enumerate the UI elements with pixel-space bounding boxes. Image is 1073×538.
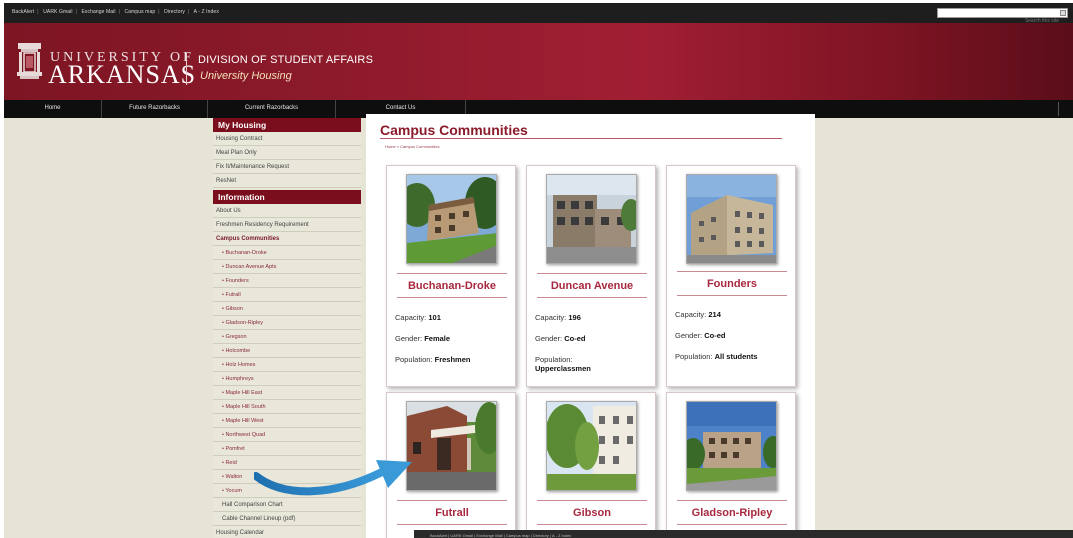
card-rule — [397, 524, 507, 525]
nav-end-divider — [1058, 102, 1059, 116]
sidebar-item-maple-hill-south[interactable]: • Maple Hill South — [213, 400, 361, 414]
sidebar-item-holcombe[interactable]: • Holcombe — [213, 344, 361, 358]
sidebar-heading-information: Information — [213, 190, 361, 204]
utility-link-directory[interactable]: Directory — [164, 9, 185, 15]
sidebar-item-meal-plan[interactable]: Meal Plan Only — [213, 146, 361, 160]
photo-futrall — [406, 401, 497, 491]
sidebar-item-maple-hill-west[interactable]: • Maple Hill West — [213, 414, 361, 428]
division-name: DIVISION OF STUDENT AFFAIRS — [198, 54, 374, 66]
card-capacity: Capacity: 196 — [535, 313, 581, 322]
banner-divider — [186, 53, 187, 85]
utility-link-az-index[interactable]: A - Z Index — [194, 9, 219, 15]
browser-page: BackAlert | UARK Gmail | Exchange Mail | Ca… — [4, 3, 1073, 538]
title-divider — [380, 138, 782, 139]
card-rule — [397, 297, 507, 298]
utility-link-gmail[interactable]: UARK Gmail — [43, 9, 72, 15]
sidebar-item-futrall[interactable]: • Futrall — [213, 288, 361, 302]
annotation-arrow-icon — [254, 460, 412, 496]
sidebar-item-resnet[interactable]: ResNet — [213, 174, 361, 188]
sidebar-item-buchanan-droke[interactable]: • Buchanan-Droke — [213, 246, 361, 260]
card-capacity: Capacity: 214 — [675, 310, 721, 319]
card-title[interactable]: Futrall — [387, 507, 517, 519]
card-gender: Gender: Co-ed — [535, 334, 586, 343]
card-rule — [537, 524, 647, 525]
card-population: Population: All students — [675, 352, 758, 361]
sidebar-item-hall-comparison[interactable]: Hall Comparison Chart — [213, 498, 361, 512]
community-card-duncan-avenue[interactable]: Duncan Avenue Capacity: 196 Gender: Co-e… — [526, 165, 656, 387]
card-population: Population: Upperclassmen — [535, 355, 591, 373]
card-rule — [397, 273, 507, 274]
sidebar-item-campus-communities[interactable]: Campus Communities — [213, 232, 361, 246]
card-rule — [537, 273, 647, 274]
university-seal-icon — [17, 43, 42, 79]
sidebar-item-gibson[interactable]: • Gibson — [213, 302, 361, 316]
main-content: Campus Communities Home » Campus Communi… — [366, 114, 815, 538]
overlay-window-bar: BackAlert | UARK Gmail | Exchange Mail |… — [414, 530, 1073, 538]
community-card-buchanan-droke[interactable]: Buchanan-Droke Capacity: 101 Gender: Fem… — [386, 165, 516, 387]
utility-links: BackAlert | UARK Gmail | Exchange Mail | Ca… — [12, 9, 219, 15]
page-title: Campus Communities — [380, 122, 528, 138]
card-rule — [677, 271, 787, 272]
utility-link-backalert[interactable]: BackAlert — [12, 9, 34, 15]
sidebar-item-cable-lineup[interactable]: Cable Channel Lineup (pdf) — [213, 512, 361, 526]
utility-bar: BackAlert | UARK Gmail | Exchange Mail | Ca… — [4, 3, 1073, 25]
card-rule — [537, 500, 647, 501]
card-rule — [677, 524, 787, 525]
nav-home[interactable]: Home — [4, 100, 102, 118]
photo-gladson-ripley — [686, 401, 777, 491]
search-button[interactable] — [1060, 10, 1066, 16]
card-gender: Gender: Co-ed — [675, 331, 726, 340]
sidebar-item-gladson-ripley[interactable]: • Gladson-Ripley — [213, 316, 361, 330]
card-gender: Gender: Female — [395, 334, 451, 343]
sidebar-item-housing-calendar[interactable]: Housing Calendar — [213, 526, 361, 538]
nav-future-razorbacks[interactable]: Future Razorbacks — [102, 100, 208, 118]
card-title[interactable]: Gladson-Ripley — [667, 507, 797, 519]
utility-link-campus-map[interactable]: Campus map — [124, 9, 155, 15]
card-rule — [537, 297, 647, 298]
nav-current-razorbacks[interactable]: Current Razorbacks — [208, 100, 336, 118]
site-banner: UNIVERSITY OF ARKANSAS DIVISION OF STUDE… — [4, 23, 1073, 100]
card-rule — [677, 295, 787, 296]
university-name-line2: ARKANSAS — [48, 60, 197, 89]
card-title[interactable]: Buchanan-Droke — [387, 280, 517, 292]
card-title[interactable]: Duncan Avenue — [527, 280, 657, 292]
sidebar-item-holz-homes[interactable]: • Holz Homes — [213, 358, 361, 372]
sidebar-item-northwest-quad[interactable]: • Northwest Quad — [213, 428, 361, 442]
card-rule — [397, 500, 507, 501]
sidebar-item-humphreys[interactable]: • Humphreys — [213, 372, 361, 386]
sidebar-item-gregson[interactable]: • Gregson — [213, 330, 361, 344]
photo-duncan-avenue — [546, 174, 637, 264]
subdivision-name: University Housing — [200, 70, 292, 82]
community-card-gladson-ripley[interactable]: Gladson-Ripley — [666, 392, 796, 538]
photo-buchanan-droke — [406, 174, 497, 264]
site-search — [937, 8, 1068, 25]
sidebar-item-founders[interactable]: • Founders — [213, 274, 361, 288]
card-capacity: Capacity: 101 — [395, 313, 441, 322]
community-card-gibson[interactable]: Gibson — [526, 392, 656, 538]
card-population: Population: Freshmen — [395, 355, 471, 364]
card-title[interactable]: Founders — [667, 278, 797, 290]
card-title[interactable]: Gibson — [527, 507, 657, 519]
photo-founders — [686, 174, 777, 264]
sidebar-item-housing-contract[interactable]: Housing Contract — [213, 132, 361, 146]
sidebar-heading-my-housing: My Housing — [213, 118, 361, 132]
breadcrumb[interactable]: Home » Campus Communities — [385, 144, 439, 149]
sidebar-item-maple-hill-east[interactable]: • Maple Hill East — [213, 386, 361, 400]
utility-link-exchange[interactable]: Exchange Mail — [81, 9, 115, 15]
card-rule — [677, 500, 787, 501]
sidebar-item-duncan-avenue[interactable]: • Duncan Avenue Apts — [213, 260, 361, 274]
sidebar-item-about-us[interactable]: About Us — [213, 204, 361, 218]
photo-gibson — [546, 401, 637, 491]
sidebar-item-pomfret[interactable]: • Pomfret — [213, 442, 361, 456]
overlay-utility-links: BackAlert | UARK Gmail | Exchange Mail |… — [430, 533, 572, 538]
sidebar-item-maintenance-request[interactable]: Fix It/Maintenance Request — [213, 160, 361, 174]
community-card-founders[interactable]: Founders Capacity: 214 Gender: Co-ed Pop… — [666, 165, 796, 387]
sidebar-item-residency-requirement[interactable]: Freshmen Residency Requirement — [213, 218, 361, 232]
